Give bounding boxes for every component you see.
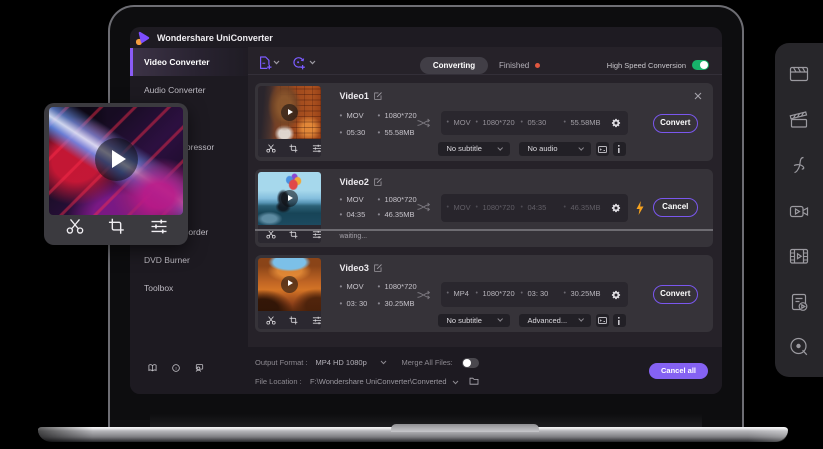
svg-text:!: ! (175, 366, 176, 372)
